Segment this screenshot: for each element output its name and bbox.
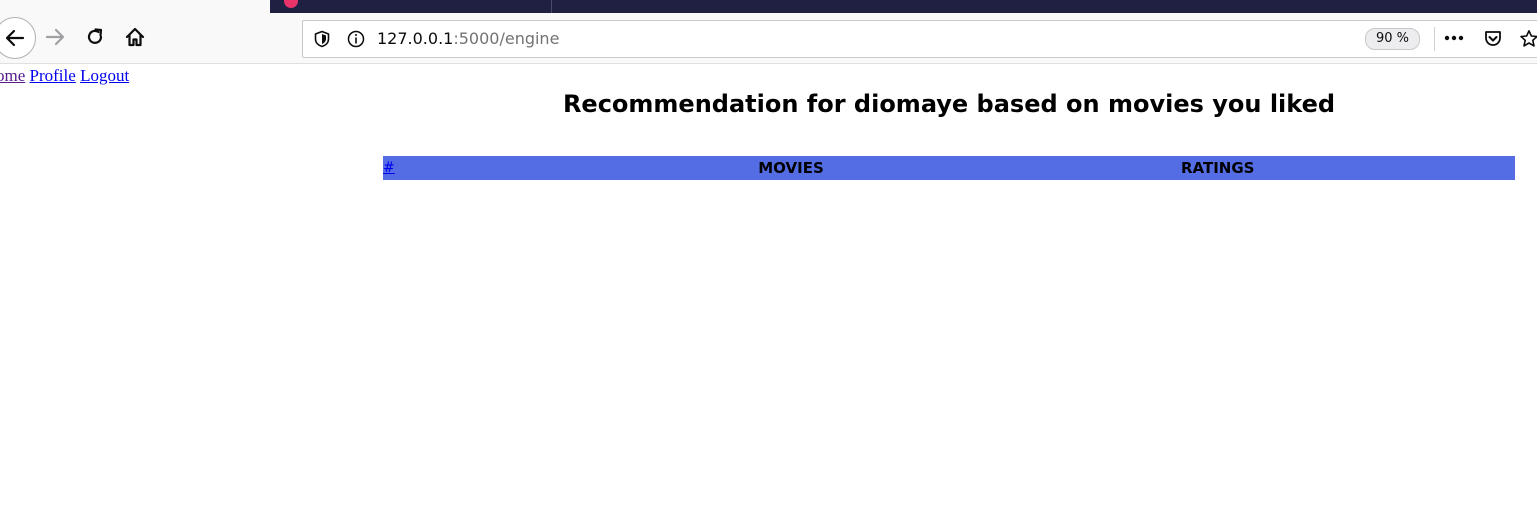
reload-button[interactable] bbox=[77, 19, 113, 55]
url-bar-divider bbox=[1434, 27, 1435, 51]
back-button[interactable] bbox=[0, 17, 36, 59]
home-button[interactable] bbox=[117, 19, 153, 55]
table-header-row: # MOVIES RATINGS bbox=[383, 156, 1515, 180]
home-icon bbox=[125, 27, 145, 47]
reload-icon bbox=[87, 28, 103, 44]
home-link[interactable]: ome bbox=[0, 66, 25, 85]
index-sort-link[interactable]: # bbox=[383, 160, 395, 176]
tab-active[interactable] bbox=[0, 0, 270, 13]
tab-strip bbox=[0, 0, 1537, 13]
page-title: Recommendation for diomaye based on movi… bbox=[562, 90, 1336, 118]
browser-toolbar: 127.0.0.1:5000/engine 90 % bbox=[0, 13, 1537, 64]
page-actions-icon[interactable] bbox=[1443, 28, 1465, 48]
zoom-level-badge[interactable]: 90 % bbox=[1365, 28, 1421, 50]
back-arrow-icon bbox=[5, 29, 25, 47]
pocket-icon[interactable] bbox=[1483, 29, 1503, 49]
tracking-shield-icon[interactable] bbox=[313, 30, 331, 48]
column-header-index: # bbox=[383, 156, 401, 180]
url-host: 127.0.0.1 bbox=[377, 29, 454, 48]
url-bar[interactable]: 127.0.0.1:5000/engine 90 % bbox=[302, 20, 1537, 58]
forward-button[interactable] bbox=[37, 19, 73, 55]
column-header-movies: MOVIES bbox=[758, 158, 824, 177]
recommendations-table: # MOVIES RATINGS bbox=[383, 156, 1515, 180]
profile-link[interactable]: Profile bbox=[30, 66, 76, 85]
site-info-icon[interactable] bbox=[347, 30, 365, 48]
logout-link[interactable]: Logout bbox=[80, 66, 129, 85]
url-text[interactable]: 127.0.0.1:5000/engine bbox=[377, 29, 559, 48]
bookmark-star-icon[interactable] bbox=[1519, 29, 1537, 49]
tab-inactive[interactable] bbox=[270, 0, 552, 13]
column-header-ratings: RATINGS bbox=[1181, 158, 1255, 177]
site-nav-links: ome Profile Logout bbox=[0, 66, 129, 86]
forward-arrow-icon bbox=[45, 28, 65, 46]
url-path: :5000/engine bbox=[453, 29, 560, 48]
